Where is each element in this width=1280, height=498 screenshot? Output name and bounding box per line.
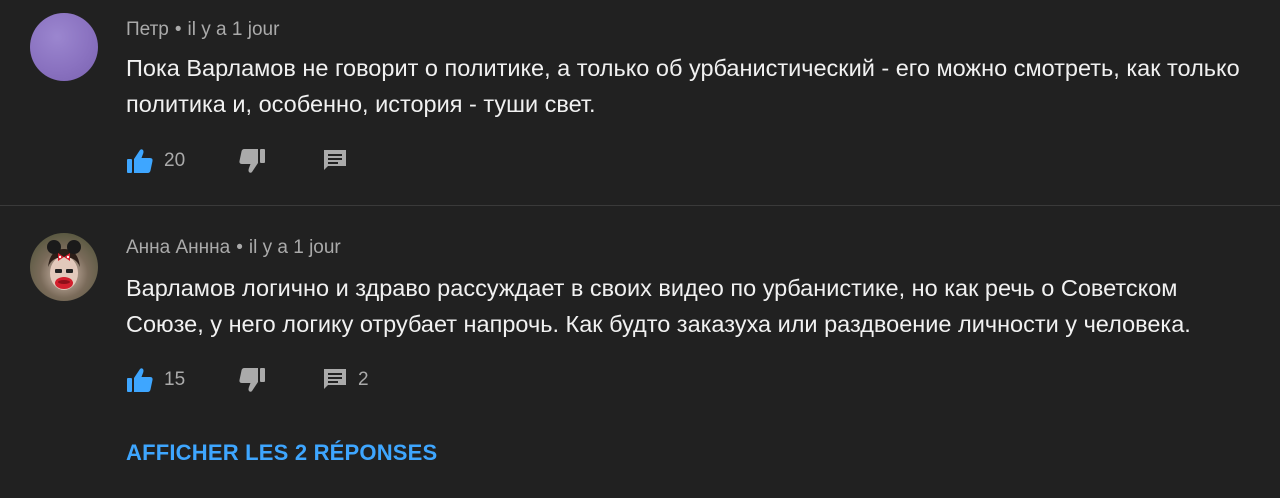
avatar[interactable] — [30, 233, 98, 301]
comment-time[interactable]: il y a 1 jour — [249, 237, 341, 258]
thumb-down-icon — [238, 367, 266, 393]
avatar[interactable] — [30, 13, 98, 81]
reply-comment-icon — [322, 148, 348, 174]
comment-text: Варламов логично и здраво рассуждает в с… — [126, 275, 1191, 337]
like-count: 15 — [164, 369, 186, 390]
like-button[interactable]: 15 — [126, 365, 238, 395]
separator-dot: • — [174, 19, 182, 40]
author-name[interactable]: Анна Аннна — [126, 237, 230, 258]
reply-button[interactable] — [322, 146, 358, 176]
comment-2: Анна Аннна • il y a 1 jour Варламов логичн… — [0, 206, 1280, 498]
comment-actions: 20 — [126, 146, 358, 176]
like-count: 20 — [164, 150, 186, 171]
reply-comment-icon — [322, 367, 348, 393]
thumb-up-icon — [126, 148, 154, 174]
show-replies-button[interactable]: AFFICHER LES 2 RÉPONSES — [126, 440, 437, 466]
comment-text: Пока Варламов не говорит о политике, а т… — [126, 55, 1240, 117]
dislike-button[interactable] — [238, 146, 322, 176]
dislike-button[interactable] — [238, 365, 322, 395]
avatar-photo-icon — [47, 240, 81, 290]
thumb-down-icon — [238, 148, 266, 174]
author-name[interactable]: Петр — [126, 19, 169, 40]
comment-header: Анна Аннна • il y a 1 jour — [126, 237, 341, 259]
reply-button[interactable]: 2 — [322, 365, 369, 395]
comment-1: Петр • il y a 1 jour Пока Варламов не гово… — [0, 0, 1280, 205]
reply-count: 2 — [358, 369, 369, 390]
comment-time[interactable]: il y a 1 jour — [188, 19, 280, 40]
comment-header: Петр • il y a 1 jour — [126, 19, 279, 41]
like-button[interactable]: 20 — [126, 146, 238, 176]
thumb-up-icon — [126, 367, 154, 393]
comment-actions: 15 2 — [126, 365, 369, 395]
separator-dot: • — [236, 237, 243, 258]
